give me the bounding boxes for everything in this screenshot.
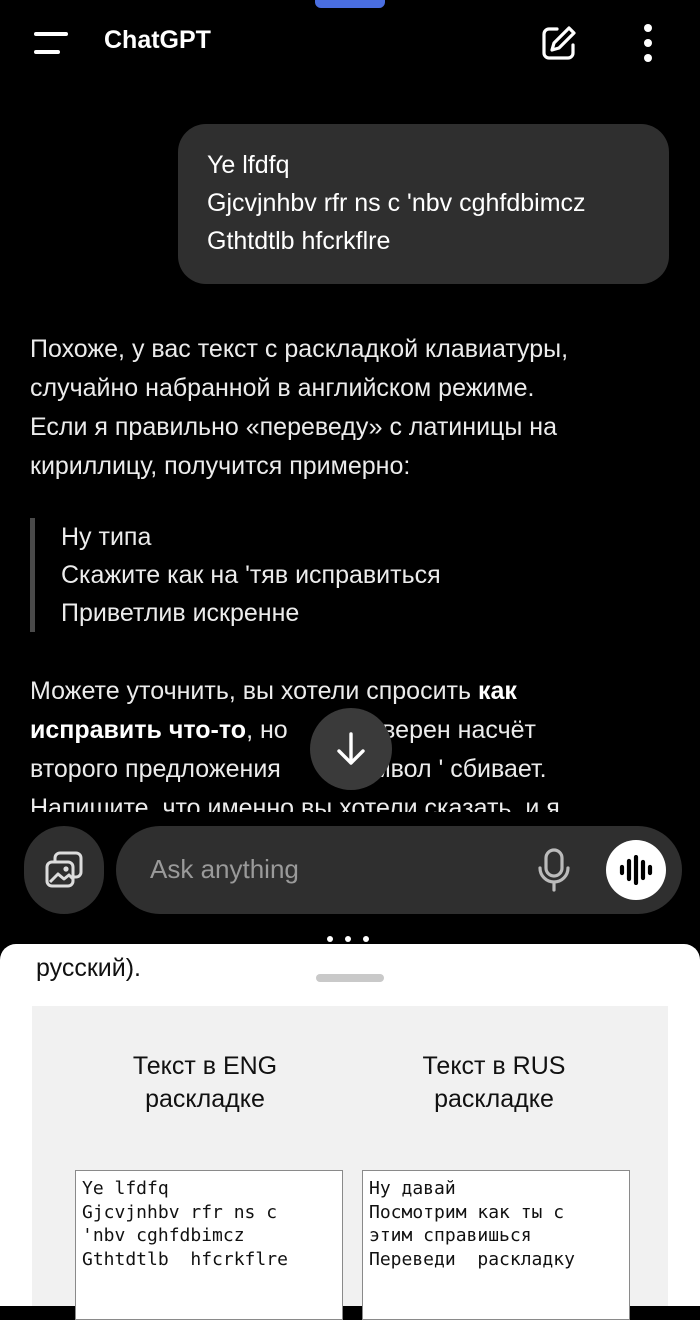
- message-input-bar[interactable]: Ask anything: [116, 826, 682, 914]
- sheet-partial-text: русский).: [36, 954, 141, 982]
- quote-line: Ну типа: [61, 523, 152, 551]
- text-span: , но: [246, 716, 288, 744]
- text-span: второго предложения: [30, 755, 281, 783]
- image-gallery-icon: [45, 851, 83, 888]
- text-span: Можете уточнить, вы хотели спросить: [30, 677, 478, 705]
- quote-line: Скажите как на 'тяв исправиться: [61, 561, 441, 589]
- textarea-line: Переведи раскладку: [369, 1248, 575, 1270]
- more-options-icon[interactable]: [640, 24, 656, 62]
- rus-column-title: Текст в RUS раскладке: [364, 1050, 624, 1116]
- app-title: ChatGPT: [104, 26, 211, 54]
- textarea-line: Посмотрим как ты с: [369, 1201, 565, 1223]
- rus-textarea[interactable]: Ну давай Посмотрим как ты с этим справиш…: [362, 1170, 630, 1320]
- bold-text: как: [477, 677, 517, 705]
- assistant-message: Похоже, у вас текст с раскладкой клавиат…: [30, 330, 670, 822]
- title-line: Текст в RUS: [422, 1052, 566, 1080]
- blockquote: Ну типа Скажите как на 'тяв исправиться …: [30, 518, 661, 632]
- title-line: Текст в ENG: [132, 1052, 278, 1080]
- user-message-bubble: Ye lfdfq Gjcvjnhbv rfr ns с 'nbv cghfdbi…: [178, 124, 669, 284]
- title-line: раскладке: [145, 1085, 265, 1113]
- layout-comparison-card: Текст в ENG раскладке Текст в RUS раскла…: [32, 1006, 668, 1320]
- bold-text: исправить что-то: [30, 716, 247, 744]
- textarea-line: Ну давай: [369, 1178, 456, 1199]
- text-span: уверен насчёт: [369, 716, 536, 744]
- textarea-line: Gthtdtlb hfcrkflre: [82, 1248, 288, 1270]
- user-message-line: Ye lfdfq: [207, 151, 290, 179]
- sheet-drag-handle[interactable]: [316, 974, 384, 982]
- textarea-line: Ye lfdfq: [82, 1178, 169, 1199]
- new-chat-icon[interactable]: [540, 24, 578, 62]
- voice-mode-button[interactable]: [606, 840, 666, 900]
- eng-textarea[interactable]: Ye lfdfq Gjcvjnhbv rfr ns c 'nbv cghfdbi…: [75, 1170, 343, 1320]
- menu-icon[interactable]: [34, 30, 70, 56]
- assistant-line: случайно набранной в английском режиме.: [30, 374, 535, 402]
- header: ChatGPT: [0, 0, 700, 86]
- assistant-line: Похоже, у вас текст с раскладкой клавиат…: [30, 335, 569, 363]
- textarea-line: 'nbv cghfdbimcz: [82, 1225, 245, 1246]
- message-input[interactable]: Ask anything: [150, 854, 299, 885]
- quote-line: Приветлив искренне: [61, 599, 300, 627]
- textarea-line: этим справишься: [369, 1225, 532, 1246]
- assistant-line: Можете уточнить, вы хотели спросить как: [30, 672, 690, 711]
- scroll-down-button[interactable]: [310, 708, 392, 790]
- eng-column-title: Текст в ENG раскладке: [75, 1050, 335, 1116]
- arrow-down-icon: [337, 732, 365, 765]
- assistant-line: кириллицу, получится примерно:: [30, 452, 411, 480]
- overflow-dots-icon: [327, 936, 375, 944]
- title-line: раскладке: [434, 1085, 554, 1113]
- waveform-icon: [619, 855, 653, 885]
- user-message-line: Gthtdtlb hfcrkflre: [207, 227, 391, 255]
- user-message-line: Gjcvjnhbv rfr ns с 'nbv cghfdbimcz: [207, 189, 586, 217]
- microphone-icon[interactable]: [536, 848, 572, 892]
- assistant-paragraph: Похоже, у вас текст с раскладкой клавиат…: [30, 330, 670, 486]
- bottom-sheet: русский). Текст в ENG раскладке Текст в …: [0, 944, 700, 1320]
- attach-image-button[interactable]: [24, 826, 104, 914]
- textarea-line: Gjcvjnhbv rfr ns c: [82, 1201, 278, 1223]
- assistant-line: Если я правильно «переведу» с латиницы н…: [30, 413, 557, 441]
